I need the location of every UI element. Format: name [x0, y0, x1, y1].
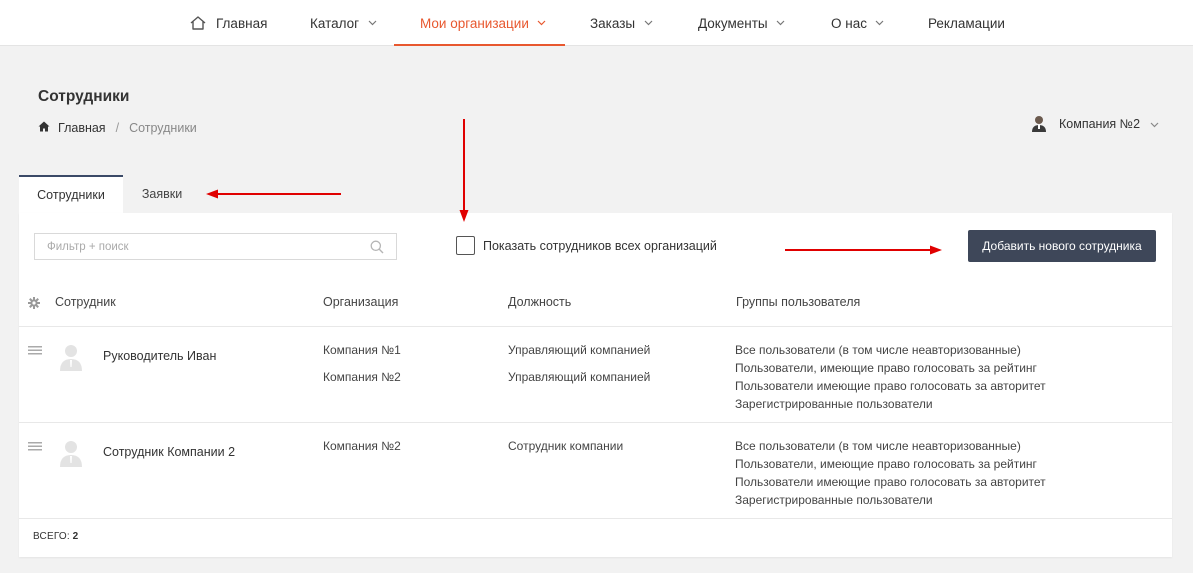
nav-about-label: О нас — [831, 15, 867, 31]
user-avatar-icon — [1031, 115, 1047, 132]
add-employee-button[interactable]: Добавить нового сотрудника — [968, 230, 1156, 262]
organization-cell: Компания №2 — [323, 437, 401, 464]
column-header-employee[interactable]: Сотрудник — [55, 295, 116, 309]
column-header-position[interactable]: Должность — [508, 295, 571, 309]
search-field[interactable] — [34, 233, 397, 260]
page-title: Сотрудники — [38, 88, 130, 105]
nav-my-organizations-label: Мои организации — [420, 15, 529, 31]
organization-name: Компания №1 — [323, 343, 401, 357]
user-groups-cell: Все пользователи (в том числе неавторизо… — [735, 341, 1046, 413]
column-header-organization[interactable]: Организация — [323, 295, 398, 309]
drag-handle-icon[interactable] — [28, 439, 42, 454]
nav-catalog-label: Каталог — [310, 15, 360, 31]
nav-documents[interactable]: Документы — [698, 0, 786, 46]
home-icon — [190, 16, 206, 30]
total-value: 2 — [72, 531, 79, 542]
position-name: Управляющий компанией — [508, 370, 651, 384]
avatar — [59, 439, 83, 467]
arrow-to-requests-tab — [206, 189, 341, 199]
nav-claims-label: Рекламации — [928, 15, 1005, 31]
tab-requests[interactable]: Заявки — [123, 175, 201, 213]
show-all-orgs-checkbox[interactable] — [456, 236, 475, 255]
organization-name: Компания №2 — [323, 439, 401, 453]
avatar — [59, 343, 83, 371]
breadcrumb-home-link[interactable]: Главная — [58, 121, 106, 135]
user-group: Зарегистрированные пользователи — [735, 397, 933, 411]
breadcrumb-separator: / — [115, 121, 120, 135]
position-cell: Сотрудник компании — [508, 437, 623, 464]
chevron-down-icon — [537, 18, 547, 28]
user-group: Пользователи имеющие право голосовать за… — [735, 379, 1046, 393]
user-groups-cell: Все пользователи (в том числе неавторизо… — [735, 437, 1046, 509]
user-group: Все пользователи (в том числе неавторизо… — [735, 343, 1021, 357]
user-group: Пользователи, имеющие право голосовать з… — [735, 457, 1037, 471]
chevron-down-icon — [1150, 117, 1159, 131]
chevron-down-icon — [643, 18, 653, 28]
gear-icon[interactable] — [28, 297, 40, 312]
user-group: Пользователи, имеющие право голосовать з… — [735, 361, 1037, 375]
tab-requests-label: Заявки — [141, 187, 183, 201]
tab-employees[interactable]: Сотрудники — [19, 175, 123, 213]
position-name: Сотрудник компании — [508, 439, 624, 453]
drag-handle-icon[interactable] — [28, 343, 42, 358]
nav-home-label: Главная — [216, 15, 268, 31]
table-row[interactable]: Руководитель Иван Компания №1 Компания №… — [19, 327, 1172, 423]
nav-home[interactable]: Главная — [190, 0, 267, 46]
home-icon — [38, 121, 50, 135]
nav-orders[interactable]: Заказы — [590, 0, 653, 46]
top-navigation: Главная Каталог Мои организации Заказы Д… — [0, 0, 1193, 46]
column-header-user-groups[interactable]: Группы пользователя — [736, 295, 860, 309]
employees-panel: Показать сотрудников всех организаций До… — [19, 213, 1172, 557]
user-group: Пользователи имеющие право голосовать за… — [735, 475, 1046, 489]
table-row[interactable]: Сотрудник Компании 2 Компания №2 Сотрудн… — [19, 423, 1172, 519]
show-all-orgs-label: Показать сотрудников всех организаций — [483, 238, 717, 253]
nav-documents-label: Документы — [698, 15, 768, 31]
organization-name: Компания №2 — [323, 370, 401, 384]
nav-my-organizations[interactable]: Мои организации — [394, 0, 565, 46]
nav-claims[interactable]: Рекламации — [928, 0, 1005, 46]
user-group: Зарегистрированные пользователи — [735, 493, 933, 507]
arrow-to-checkbox — [459, 119, 469, 222]
position-name: Управляющий компанией — [508, 343, 651, 357]
breadcrumb: Главная / Сотрудники — [38, 121, 197, 135]
employee-name[interactable]: Сотрудник Компании 2 — [103, 445, 235, 459]
company-selector-label: Компания №2 — [1059, 116, 1141, 131]
total-label: Всего: — [33, 531, 70, 542]
search-input[interactable] — [35, 234, 355, 259]
user-group: Все пользователи (в том числе неавторизо… — [735, 439, 1021, 453]
company-selector[interactable]: Компания №2 — [1031, 115, 1159, 132]
nav-catalog[interactable]: Каталог — [310, 0, 377, 46]
nav-about[interactable]: О нас — [831, 0, 885, 46]
chevron-down-icon — [776, 18, 786, 28]
breadcrumb-current: Сотрудники — [129, 121, 197, 135]
nav-orders-label: Заказы — [590, 15, 636, 31]
total-count: Всего: 2 — [33, 531, 78, 542]
show-all-orgs-toggle[interactable]: Показать сотрудников всех организаций — [456, 236, 717, 255]
chevron-down-icon — [875, 18, 885, 28]
organization-cell: Компания №1 Компания №2 — [323, 341, 401, 395]
employee-name[interactable]: Руководитель Иван — [103, 349, 216, 363]
position-cell: Управляющий компанией Управляющий компан… — [508, 341, 650, 395]
table-header: Сотрудник Организация Должность Группы п… — [19, 283, 1172, 327]
tab-employees-label: Сотрудники — [37, 188, 105, 202]
chevron-down-icon — [367, 18, 377, 28]
search-icon[interactable] — [370, 240, 384, 257]
